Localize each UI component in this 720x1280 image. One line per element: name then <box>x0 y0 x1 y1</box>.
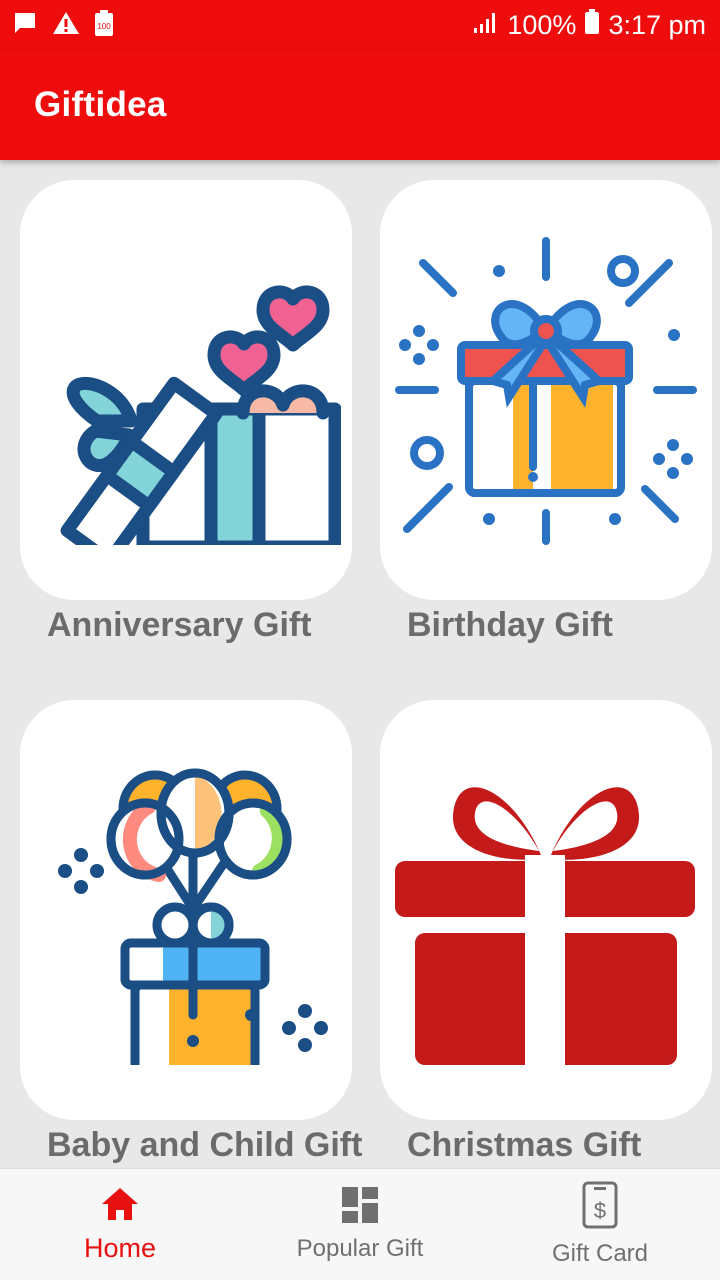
nav-label-gift-card: Gift Card <box>551 1240 649 1267</box>
christmas-gift-icon <box>395 787 695 1065</box>
nav-label-popular-gift: Popular Gift <box>296 1235 424 1262</box>
category-card-christmas[interactable] <box>380 700 712 1120</box>
battery-percent: 100% <box>507 9 577 40</box>
nav-label-home: Home <box>83 1232 157 1263</box>
bottom-navigation: Home Popular Gift $ Gift Card <box>0 1168 720 1280</box>
signal-icon <box>473 10 499 41</box>
nav-item-home[interactable]: Home <box>0 1169 240 1280</box>
anniversary-gift-icon <box>60 285 341 545</box>
category-grid: Anniversary Gift Birthday Gift Baby and … <box>0 160 720 1168</box>
category-card-birthday[interactable] <box>380 180 712 600</box>
warning-icon <box>52 10 80 41</box>
status-notifications: 100 <box>12 9 114 42</box>
dashboard-icon <box>341 1186 379 1229</box>
status-system: 100% 3:17 pm <box>473 8 706 42</box>
nav-item-gift-card[interactable]: $ Gift Card <box>480 1169 720 1280</box>
category-card-baby[interactable] <box>20 700 352 1120</box>
app-title: Giftidea <box>34 85 167 124</box>
app-bar: Giftidea <box>0 50 720 160</box>
category-label-birthday[interactable]: Birthday Gift <box>407 606 613 645</box>
category-card-anniversary[interactable] <box>20 180 352 600</box>
svg-text:100: 100 <box>97 22 111 31</box>
clock: 3:17 pm <box>608 9 706 40</box>
category-label-anniversary[interactable]: Anniversary Gift <box>47 606 312 645</box>
svg-text:$: $ <box>594 1198 606 1223</box>
battery-saver-icon: 100 <box>94 9 114 42</box>
status-bar: 100 100% 3:17 pm <box>0 0 720 50</box>
baby-gift-icon <box>58 768 328 1065</box>
nav-item-popular-gift[interactable]: Popular Gift <box>240 1169 480 1280</box>
battery-icon <box>584 8 600 42</box>
category-label-baby[interactable]: Baby and Child Gift <box>47 1126 362 1165</box>
birthday-gift-icon <box>395 237 697 545</box>
gift-card-icon: $ <box>582 1181 618 1234</box>
home-icon <box>100 1186 140 1227</box>
category-label-christmas[interactable]: Christmas Gift <box>407 1126 641 1165</box>
message-icon <box>12 10 38 41</box>
